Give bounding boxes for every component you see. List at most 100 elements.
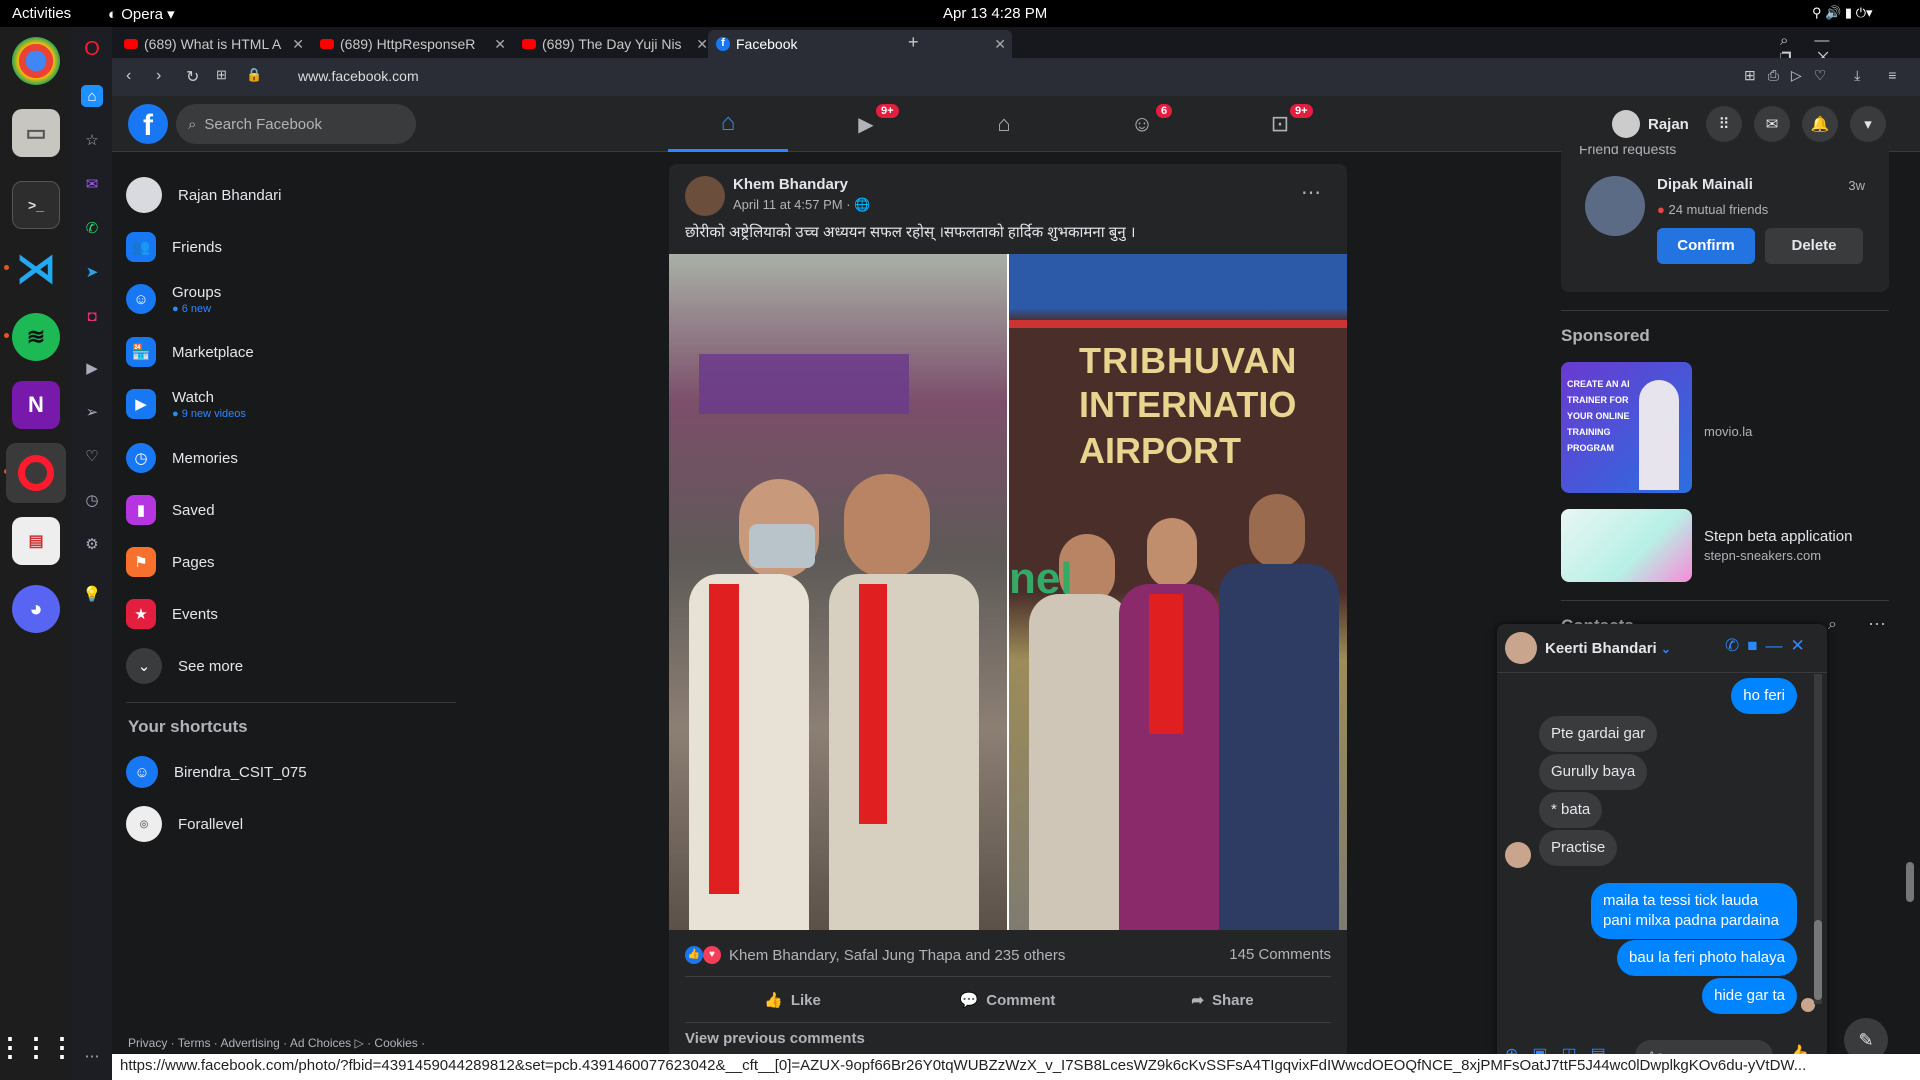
confirm-button[interactable]: Confirm [1657,228,1755,264]
left-nav-friends[interactable]: 👥 Friends [126,225,222,269]
account-chevron-icon[interactable]: ▾ [1850,106,1886,142]
tab-facebook[interactable]: f Facebook ✕ [708,30,1012,58]
forward-icon[interactable]: › [156,67,161,85]
messenger-icon[interactable]: ✉ [1754,106,1790,142]
whatsapp-icon[interactable]: ✆ [81,217,103,239]
notifications-bell-icon[interactable]: 🔔 [1802,106,1838,142]
instagram-icon[interactable]: ◘ [81,305,103,327]
left-nav-events[interactable]: ★ Events [126,592,218,636]
back-icon[interactable]: ‹ [126,67,131,85]
ad-thumbnail-stepn[interactable] [1561,509,1692,582]
phone-icon[interactable]: ✆ [1725,636,1747,655]
requester-name[interactable]: Dipak Mainali [1657,176,1753,193]
ad-title[interactable]: Stepn beta application [1704,528,1852,545]
clock[interactable]: Apr 13 4:28 PM [943,5,1047,22]
left-nav-profile[interactable]: Rajan Bhandari [126,173,281,217]
new-tab-button[interactable]: + [908,32,919,53]
close-icon[interactable]: ✕ [696,36,708,53]
left-nav-saved[interactable]: ▮ Saved [126,488,215,532]
lightbulb-icon[interactable]: 💡 [81,583,103,605]
system-tray-icons[interactable]: ⚲ 🔊 ▮ ⏻▾ [1812,5,1873,21]
profile-button[interactable]: Rajan [1608,106,1699,142]
left-nav-groups[interactable]: ☺ Groups ● 6 new [126,277,221,321]
comments-count[interactable]: 145 Comments [1229,946,1331,963]
contacts-more-icon[interactable]: ⋯ [1868,614,1886,635]
like-button[interactable]: 👍 Like [685,978,900,1022]
nav-marketplace[interactable]: ⌂ [944,96,1064,152]
left-nav-memories[interactable]: ◷ Memories [126,436,238,480]
opera-menu-icon[interactable]: O [81,38,103,60]
home-icon[interactable]: ⌂ [81,85,103,107]
app-menu[interactable]: ◐ Opera ▾ [108,5,175,23]
page-scrollbar[interactable] [1906,862,1914,902]
ad-thumbnail-movio[interactable]: CREATE AN AI TRAINER FOR YOUR ONLINE TRA… [1561,362,1692,493]
tabs-grid-icon[interactable]: ⊞ [216,67,227,83]
shortcut-item[interactable]: ☺ Birendra_CSIT_075 [126,750,307,794]
show-apps-icon[interactable]: ⋮⋮⋮ [0,1023,75,1071]
history-icon[interactable]: ◷ [81,489,103,511]
heart-icon[interactable]: ♡ [81,445,103,467]
video-icon[interactable]: ■ [1747,636,1765,655]
opera-icon[interactable] [6,443,66,503]
author-avatar[interactable] [685,176,725,216]
mutual-friends[interactable]: ● 24 mutual friends [1657,202,1768,217]
share-button[interactable]: ➦ Share [1115,978,1330,1022]
view-previous-comments[interactable]: View previous comments [685,1030,865,1047]
onenote-icon[interactable]: N [12,381,60,429]
ad-domain[interactable]: stepn-sneakers.com [1704,548,1821,563]
left-nav-marketplace[interactable]: 🏪 Marketplace [126,330,254,374]
chat-contact[interactable]: Keerti Bhandari ⌄ [1545,640,1671,657]
player-icon[interactable]: ▶ [81,357,103,379]
close-icon[interactable]: ✕ [292,36,304,53]
speed-dial-icon[interactable]: ☆ [81,129,103,151]
document-viewer-icon[interactable]: ▤ [12,517,60,565]
contacts-search-icon[interactable]: ⌕ [1828,616,1837,634]
minimize-icon[interactable]: — [1766,636,1791,655]
requester-avatar[interactable] [1585,176,1645,236]
footer-links[interactable]: Privacy · Terms · Advertising · Ad Choic… [128,1036,425,1050]
close-icon[interactable]: ✕ [494,36,506,53]
left-nav-see-more[interactable]: ⌄ See more [126,644,243,688]
chat-scroll-thumb[interactable] [1814,920,1822,1000]
tab-httpresponse[interactable]: (689) HttpResponseR ✕ [312,30,512,58]
nav-home[interactable]: ⌂ [668,96,788,152]
nav-gaming[interactable]: ⊡ 9+ [1220,96,1340,152]
comment-button[interactable]: 💬 Comment [900,978,1115,1022]
activities-button[interactable]: Activities [12,5,71,22]
post-time[interactable]: April 11 at 4:57 PM · [733,197,851,212]
menu-grid-icon[interactable]: ⠿ [1706,106,1742,142]
send-icon[interactable]: ➢ [81,401,103,423]
reload-icon[interactable]: ↻ [186,67,199,87]
terminal-icon[interactable]: >_ [12,181,60,229]
post-photo-left[interactable] [669,254,1007,930]
chrome-icon[interactable] [12,37,60,85]
chat-scrollbar[interactable] [1814,674,1822,1004]
spotify-icon[interactable]: ≋ [12,313,60,361]
chat-avatar[interactable] [1505,632,1537,664]
ad-domain[interactable]: movio.la [1704,424,1752,439]
post-author[interactable]: Khem Bhandary [733,176,848,193]
close-icon[interactable]: ✕ [1791,636,1813,655]
discord-icon[interactable]: ◕ [12,585,60,633]
nav-groups[interactable]: ☺ 6 [1082,96,1202,152]
tab-html[interactable]: (689) What is HTML A ✕ [116,30,310,58]
vscode-icon[interactable]: ⋊ [12,245,60,293]
nav-watch[interactable]: ▶ 9+ [806,96,926,152]
url-field[interactable]: www.facebook.com [298,68,419,84]
post-photo-right[interactable]: TRIBHUVAN INTERNATIO AIRPORT nel [1009,254,1347,930]
shortcut-item[interactable]: ◎ Forallevel [126,802,243,846]
files-icon[interactable]: ▭ [12,109,60,157]
close-icon[interactable]: ✕ [994,36,1006,53]
messenger-icon[interactable]: ✉ [81,173,103,195]
tab-yuji[interactable]: (689) The Day Yuji Nis ✕ [514,30,714,58]
left-nav-pages[interactable]: ⚑ Pages [126,540,215,584]
delete-button[interactable]: Delete [1765,228,1863,264]
left-nav-watch[interactable]: ▶ Watch ● 9 new videos [126,382,246,426]
settings-icon[interactable]: ⚙ [81,533,103,555]
more-icon[interactable]: ⋯ [81,1045,103,1067]
post-more-icon[interactable]: ⋯ [1301,180,1321,205]
reactions-summary[interactable]: 👍 ♥ Khem Bhandary, Safal Jung Thapa and … [685,946,1065,964]
toolbar-icons[interactable]: ⊞⎙▷♡ ⤓ ≡ [1744,67,1908,84]
facebook-logo-icon[interactable]: f [128,104,168,144]
search-input[interactable]: ⌕ Search Facebook [176,104,416,144]
